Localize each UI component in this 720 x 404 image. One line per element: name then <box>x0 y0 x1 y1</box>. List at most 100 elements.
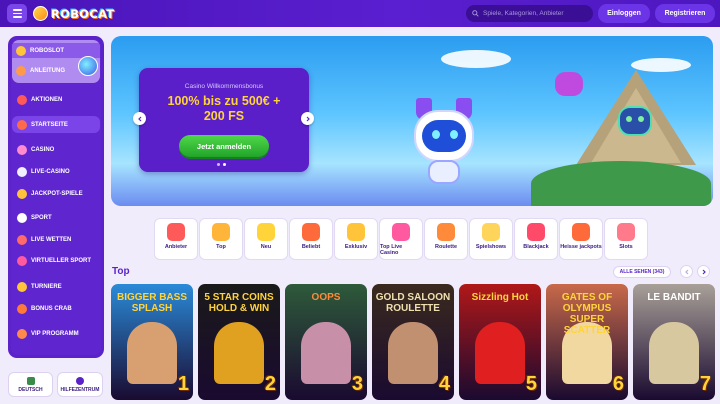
top-bar: ROBOCAT Einloggen Registrieren <box>0 0 720 27</box>
bonus-headline-line2: 200 FS <box>203 109 245 123</box>
see-all-button[interactable]: ALLE SEHEN (343) <box>613 266 671 278</box>
casino-icon <box>17 144 27 155</box>
category-top[interactable]: Top <box>199 218 243 260</box>
category-icon <box>617 223 635 241</box>
game-rank: 3 <box>351 373 363 395</box>
logo[interactable]: ROBOCAT <box>33 4 115 23</box>
welcome-banner[interactable]: Casino Willkommensbonus 100% bis zu 500€… <box>111 36 713 206</box>
games-next-button[interactable] <box>697 265 710 278</box>
sidebar-item-label: LIVE-CASINO <box>31 168 70 175</box>
game-rank: 7 <box>699 373 711 395</box>
game-tile[interactable]: GOLD SALOON ROULETTE 4 <box>372 284 454 400</box>
category-anbieter[interactable]: Anbieter <box>154 218 198 260</box>
game-artwork <box>214 322 264 384</box>
game-title: Sizzling Hot <box>471 292 529 303</box>
game-title: GOLD SALOON ROULETTE <box>375 292 451 314</box>
sidebar-item-label: CASINO <box>31 146 55 153</box>
login-button[interactable]: Einloggen <box>598 4 650 23</box>
game-tile[interactable]: OOPS 3 <box>285 284 367 400</box>
sidebar-item-label: SPORT <box>31 214 52 221</box>
category-label: Blackjack <box>523 244 549 250</box>
category-label: Slots <box>619 244 633 250</box>
trophy-icon <box>17 281 27 292</box>
game-artwork <box>388 322 438 384</box>
sidebar-item-label: JACKPOT-SPIELE <box>31 190 83 197</box>
banner-prev-button[interactable] <box>133 112 146 125</box>
game-tile[interactable]: 5 STAR COINS HOLD & WIN 2 <box>198 284 280 400</box>
category-icon <box>302 223 320 241</box>
game-rank: 6 <box>612 373 624 395</box>
game-artwork <box>649 322 699 384</box>
menu-button[interactable] <box>7 4 27 23</box>
sidebar-item-sport[interactable]: SPORT <box>12 209 100 226</box>
roboslot-promo[interactable]: ROBOSLOT ANLEITUNG <box>12 40 100 83</box>
category-icon <box>212 223 230 241</box>
sidebar-item-live-casino[interactable]: LIVE-CASINO <box>12 163 100 180</box>
live-bet-icon <box>17 234 27 245</box>
game-title: BIGGER BASS SPLASH <box>116 292 187 314</box>
carousel-dots[interactable] <box>217 163 226 166</box>
category-label: Beliebt <box>301 244 321 250</box>
sidebar-item-label: BONUS CRAB <box>31 305 72 312</box>
category-label: Spielshows <box>475 244 507 250</box>
sidebar-item-aktionen[interactable]: AKTIONEN <box>12 91 100 108</box>
category-slots[interactable]: Slots <box>604 218 648 260</box>
game-title: OOPS <box>311 292 341 303</box>
bonus-headline: 100% bis zu 500€ +200 FS <box>139 94 309 124</box>
category-beliebt[interactable]: Beliebt <box>289 218 333 260</box>
robocat-logo-icon <box>33 6 48 21</box>
signup-button[interactable]: Jetzt anmelden <box>179 135 269 157</box>
home-icon <box>17 119 27 130</box>
help-label: HILFEZENTRUM <box>60 386 100 393</box>
chevron-left-icon <box>684 269 688 274</box>
sidebar-item-virtueller-sport[interactable]: VIRTUELLER SPORT <box>12 252 100 269</box>
language-button[interactable]: DEUTSCH <box>8 372 53 397</box>
sidebar-item-label: STARTSEITE <box>31 121 68 128</box>
help-center-button[interactable]: HILFEZENTRUM <box>57 372 103 397</box>
sidebar-item-live-wetten[interactable]: LIVE WETTEN <box>12 231 100 248</box>
category-neu[interactable]: Neu <box>244 218 288 260</box>
category-label: Top <box>216 244 226 250</box>
category-icon <box>482 223 500 241</box>
category-icon <box>572 223 590 241</box>
games-prev-button[interactable] <box>680 265 693 278</box>
roboslot-label: ROBOSLOT <box>30 47 64 54</box>
cards-icon <box>17 166 27 177</box>
sidebar-item-turniere[interactable]: TURNIERE <box>12 278 100 295</box>
category-spielshows[interactable]: Spielshows <box>469 218 513 260</box>
game-title: GATES OF OLYMPUS SUPER SCATTER <box>561 292 613 336</box>
category-heisse-jackpots[interactable]: Heisse jackpots <box>559 218 603 260</box>
category-icon <box>257 223 275 241</box>
sidebar-item-vip-programm[interactable]: VIP PROGRAMM <box>12 325 100 342</box>
sidebar-item-startseite[interactable]: STARTSEITE <box>12 116 100 133</box>
bonus-headline-line1: 100% bis zu 500€ + <box>167 94 281 108</box>
green-robot-mascot <box>616 100 654 150</box>
virtual-sport-icon <box>17 255 27 266</box>
search-box[interactable] <box>466 5 593 22</box>
help-icon <box>76 376 84 385</box>
sidebar-item-bonus-crab[interactable]: BONUS CRAB <box>12 300 100 317</box>
chevron-left-icon <box>137 116 141 121</box>
game-tile[interactable]: Sizzling Hot 5 <box>459 284 541 400</box>
crab-icon <box>17 303 27 314</box>
sidebar-item-label: TURNIERE <box>31 283 62 290</box>
sidebar-item-jackpot-spiele[interactable]: JACKPOT-SPIELE <box>12 185 100 202</box>
search-input[interactable] <box>483 10 591 17</box>
game-tile[interactable]: LE BANDIT 7 <box>633 284 715 400</box>
chevron-right-icon <box>702 269 706 274</box>
category-roulette[interactable]: Roulette <box>424 218 468 260</box>
register-button[interactable]: Registrieren <box>655 4 715 23</box>
category-exklusiv[interactable]: Exklusiv <box>334 218 378 260</box>
banner-next-button[interactable] <box>301 112 314 125</box>
ball-icon <box>17 212 27 223</box>
search-icon <box>472 10 479 17</box>
gift-icon <box>17 94 27 105</box>
category-top-live-casino[interactable]: Top Live Casino <box>379 218 423 260</box>
category-icon <box>527 223 545 241</box>
top-games-row: BIGGER BASS SPLASH 1 5 STAR COINS HOLD & W… <box>111 284 715 400</box>
game-tile[interactable]: BIGGER BASS SPLASH 1 <box>111 284 193 400</box>
game-tile[interactable]: GATES OF OLYMPUS SUPER SCATTER 6 <box>546 284 628 400</box>
language-label: DEUTSCH <box>18 386 43 393</box>
sidebar-item-casino[interactable]: CASINO <box>12 141 100 158</box>
category-blackjack[interactable]: Blackjack <box>514 218 558 260</box>
